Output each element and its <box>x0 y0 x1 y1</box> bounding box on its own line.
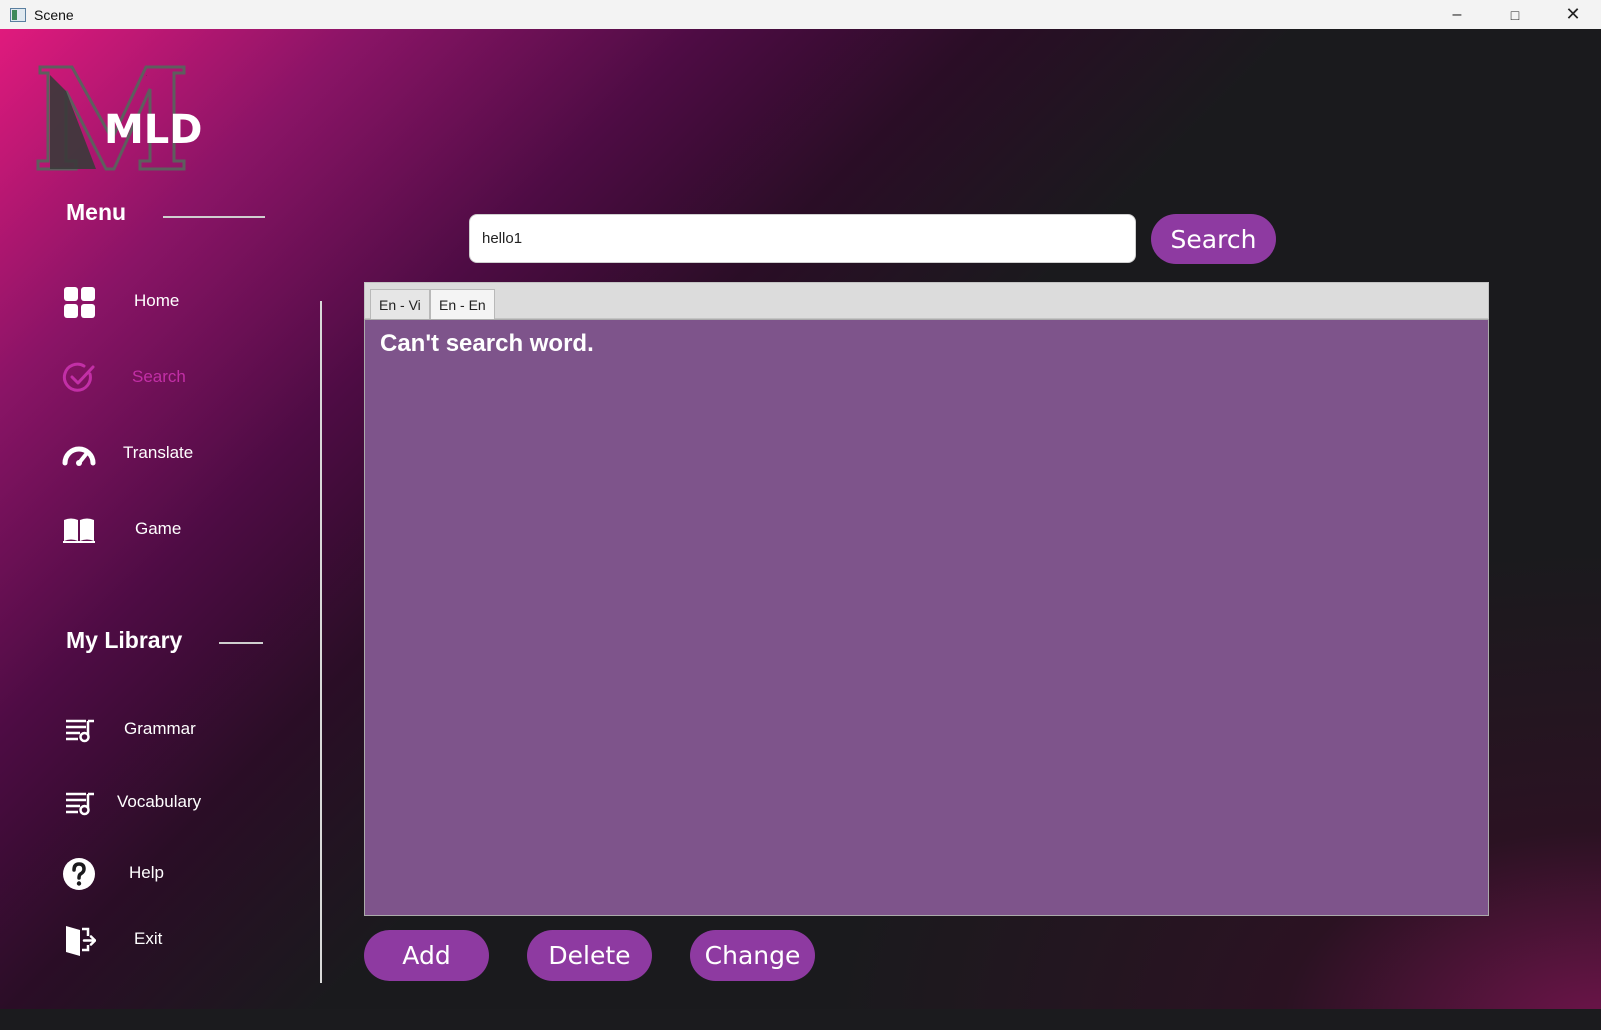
close-icon[interactable]: ✕ <box>1544 0 1601 29</box>
sidebar-item-label: Grammar <box>124 719 196 738</box>
sidebar-item-exit[interactable]: Exit <box>58 917 258 961</box>
sidebar-item-translate[interactable]: Translate <box>58 431 258 475</box>
sidebar-item-vocabulary[interactable]: Vocabulary <box>58 780 258 824</box>
logo-text: MLD <box>104 107 203 153</box>
sidebar-item-label: Game <box>135 519 182 538</box>
sidebar-item-search[interactable]: Search <box>58 355 258 399</box>
search-button[interactable]: Search <box>1151 214 1276 264</box>
speedometer-icon <box>62 446 96 466</box>
sidebar-item-label: Home <box>134 291 180 310</box>
menu-title: Menu <box>66 199 127 225</box>
minimize-icon[interactable]: – <box>1428 0 1486 29</box>
menu-divider <box>163 216 265 218</box>
sidebar-item-label: Translate <box>123 443 194 462</box>
home-grid-icon <box>64 287 95 318</box>
result-area: Can't search word. <box>364 319 1489 916</box>
logo-monogram: M <box>146 75 147 77</box>
result-message: Can't search word. <box>380 330 594 357</box>
question-circle-icon <box>63 858 95 890</box>
sidebar-item-game[interactable]: Game <box>58 507 258 551</box>
search-input[interactable] <box>469 214 1136 263</box>
sidebar-item-label: Vocabulary <box>117 792 202 811</box>
sidebar-item-label: Help <box>129 863 164 882</box>
tab-en-vi[interactable]: En - Vi <box>370 289 430 319</box>
add-button[interactable]: Add <box>364 930 489 981</box>
sidebar-item-help[interactable]: Help <box>58 851 258 895</box>
library-divider <box>219 642 263 644</box>
maximize-icon[interactable]: □ <box>1486 0 1544 29</box>
tab-bar: En - Vi En - En <box>364 282 1489 319</box>
sidebar-item-grammar[interactable]: Grammar <box>58 707 258 751</box>
check-circle-icon <box>62 362 95 392</box>
window-title: Scene <box>34 6 74 23</box>
window-titlebar: Scene – □ ✕ <box>0 0 1601 29</box>
delete-button[interactable]: Delete <box>527 930 652 981</box>
sidebar-item-home[interactable]: Home <box>58 279 258 323</box>
change-button[interactable]: Change <box>690 930 815 981</box>
sidebar-item-label: Exit <box>134 929 163 948</box>
mld-logo: M MLD <box>36 65 203 171</box>
app-icon <box>10 7 26 22</box>
app-window: M MLD Menu Home Search Translate Game My… <box>0 29 1601 1030</box>
exit-door-icon <box>66 926 96 956</box>
sidebar-separator <box>320 301 322 983</box>
window-bottom-strip <box>0 1009 1601 1030</box>
dictionary-tab-pane: En - Vi En - En Can't search word. <box>364 282 1489 916</box>
playlist-icon <box>66 792 94 816</box>
open-book-icon <box>63 518 95 543</box>
sidebar-item-label: Search <box>132 367 186 386</box>
playlist-icon <box>66 719 94 743</box>
tab-en-en[interactable]: En - En <box>430 289 495 319</box>
library-title: My Library <box>66 627 183 653</box>
